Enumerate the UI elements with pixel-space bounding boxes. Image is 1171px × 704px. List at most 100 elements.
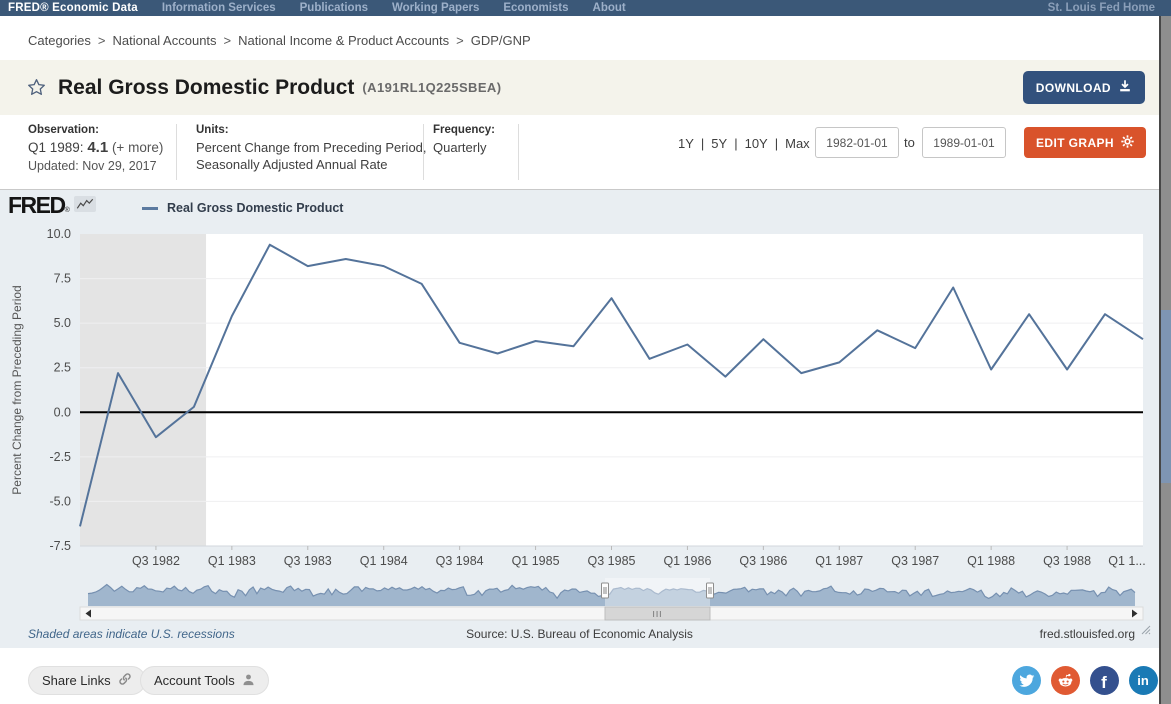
breadcrumb-separator: > [456, 33, 464, 48]
fred-page: FRED® Economic Data Information Services… [0, 0, 1171, 704]
y-tick-label: 0.0 [54, 405, 71, 419]
edit-graph-label: EDIT GRAPH [1036, 136, 1114, 150]
breadcrumb-separator: > [224, 33, 232, 48]
share-links-button[interactable]: Share Links [28, 666, 146, 695]
page-scrollbar-thumb[interactable] [1161, 310, 1171, 483]
plot-area [80, 234, 1143, 546]
linkedin-in: in [1137, 673, 1149, 688]
divider [518, 124, 519, 180]
nav-item-economists[interactable]: Economists [503, 2, 568, 14]
nav-item-about[interactable]: About [593, 2, 626, 14]
top-nav: FRED® Economic Data Information Services… [0, 0, 1171, 16]
brush-selection[interactable] [605, 578, 710, 606]
gear-icon [1121, 135, 1134, 151]
brush-handle-left[interactable] [602, 583, 609, 598]
chart-site-link[interactable]: fred.stlouisfed.org [1040, 627, 1135, 641]
y-tick-label: -7.5 [49, 539, 71, 553]
title-bar: Real Gross Domestic Product (A191RL1Q225… [0, 60, 1159, 115]
divider [176, 124, 177, 180]
favorite-star-icon[interactable] [27, 78, 46, 97]
resize-grip-icon[interactable] [1141, 622, 1151, 640]
y-tick-label: 10.0 [47, 227, 71, 241]
share-links-label: Share Links [42, 673, 111, 688]
units-value-line2: Seasonally Adjusted Annual Rate [196, 156, 427, 173]
x-tick-label: Q3 1985 [588, 554, 636, 568]
reddit-icon[interactable] [1051, 666, 1080, 695]
x-tick-label: Q3 1983 [284, 554, 332, 568]
x-tick-label: Q3 1984 [436, 554, 484, 568]
download-button[interactable]: DOWNLOAD [1023, 71, 1145, 104]
series-id: (A191RL1Q225SBEA) [362, 80, 501, 95]
range-preset-10y[interactable]: 10Y [745, 136, 768, 151]
account-tools-button[interactable]: Account Tools [140, 666, 269, 695]
observation-updated: Updated: Nov 29, 2017 [28, 159, 163, 173]
linkedin-icon[interactable]: in [1129, 666, 1158, 695]
x-tick-label: Q3 1988 [1043, 554, 1091, 568]
breadcrumb-nipa[interactable]: National Income & Product Accounts [238, 33, 449, 48]
main-chart-svg: 10.0 7.5 5.0 2.5 0.0 -2.5 -5.0 -7.5 Q3 1982 Q1 19… [0, 190, 1159, 648]
frequency-label: Frequency: [433, 124, 495, 136]
chart-source: Source: U.S. Bureau of Economic Analysis [0, 627, 1159, 641]
x-tick-label: Q1 1985 [512, 554, 560, 568]
units-block: Units: Percent Change from Preceding Per… [196, 124, 427, 173]
observation-block: Observation: Q1 1989: 4.1 (+ more) Updat… [28, 124, 163, 173]
brush-handle-right[interactable] [707, 583, 714, 598]
breadcrumb-bar: Categories > National Accounts > National In… [0, 16, 1159, 60]
facebook-f: f [1101, 673, 1107, 693]
range-presets: 1Y|5Y|10Y|Max [678, 136, 810, 151]
nav-item-publications[interactable]: Publications [300, 2, 368, 14]
twitter-icon[interactable] [1012, 666, 1041, 695]
nav-item-stlouis-fed-home[interactable]: St. Louis Fed Home [1048, 2, 1155, 14]
preset-separator: | [775, 136, 778, 151]
account-tools-label: Account Tools [154, 673, 235, 688]
recession-band [80, 234, 206, 546]
fred-brand[interactable]: FRED® Economic Data [8, 2, 138, 14]
observation-line: Q1 1989: 4.1 (+ more) [28, 139, 163, 156]
range-preset-5y[interactable]: 5Y [711, 136, 727, 151]
x-tick-label: Q3 1982 [132, 554, 180, 568]
bottom-bar: Share Links Account Tools f in [0, 648, 1159, 704]
y-tick-label: 5.0 [54, 316, 71, 330]
page-title: Real Gross Domestic Product [58, 76, 354, 100]
breadcrumb-gdp-gnp[interactable]: GDP/GNP [471, 33, 531, 48]
facebook-icon[interactable]: f [1090, 666, 1119, 695]
download-button-label: DOWNLOAD [1036, 81, 1111, 95]
y-tick-label: -5.0 [49, 494, 71, 508]
link-icon [118, 672, 132, 689]
observation-label: Observation: [28, 124, 163, 136]
nav-item-working-papers[interactable]: Working Papers [392, 2, 479, 14]
observation-more-link[interactable]: (+ more) [112, 140, 163, 155]
preset-separator: | [734, 136, 737, 151]
breadcrumb: Categories > National Accounts > National In… [0, 16, 1159, 48]
x-tick-label: Q1 1983 [208, 554, 256, 568]
x-tick-label: Q1 1986 [663, 554, 711, 568]
x-tick-label: Q1 1988 [967, 554, 1015, 568]
breadcrumb-categories[interactable]: Categories [28, 33, 91, 48]
observation-value: 4.1 [87, 139, 108, 156]
x-tick-label: Q3 1987 [891, 554, 939, 568]
download-icon [1118, 79, 1132, 96]
frequency-block: Frequency: Quarterly [433, 124, 495, 156]
scrollbar-thumb-grip: III [652, 609, 662, 619]
date-range-to-label: to [904, 135, 915, 150]
frequency-value: Quarterly [433, 139, 495, 156]
range-preset-1y[interactable]: 1Y [678, 136, 694, 151]
person-icon [242, 673, 255, 689]
breadcrumb-national-accounts[interactable]: National Accounts [112, 33, 216, 48]
graph-container: FRED ® Real Gross Domestic Product Perce… [0, 190, 1159, 648]
nav-item-information-services[interactable]: Information Services [162, 2, 276, 14]
units-value-line1: Percent Change from Preceding Period, [196, 139, 427, 156]
y-tick-label: 7.5 [54, 272, 71, 286]
edit-graph-button[interactable]: EDIT GRAPH [1024, 127, 1146, 158]
start-date-input[interactable] [815, 127, 899, 158]
page-scrollbar[interactable] [1159, 15, 1171, 704]
x-tick-label: Q1 1... [1108, 554, 1146, 568]
y-tick-label: 2.5 [54, 361, 71, 375]
y-tick-label: -2.5 [49, 450, 71, 464]
observation-period: Q1 1989: [28, 140, 84, 155]
info-bar: Observation: Q1 1989: 4.1 (+ more) Updat… [0, 115, 1159, 190]
range-preset-max[interactable]: Max [785, 136, 810, 151]
x-tick-label: Q1 1984 [360, 554, 408, 568]
end-date-input[interactable] [922, 127, 1006, 158]
x-tick-label: Q1 1987 [815, 554, 863, 568]
